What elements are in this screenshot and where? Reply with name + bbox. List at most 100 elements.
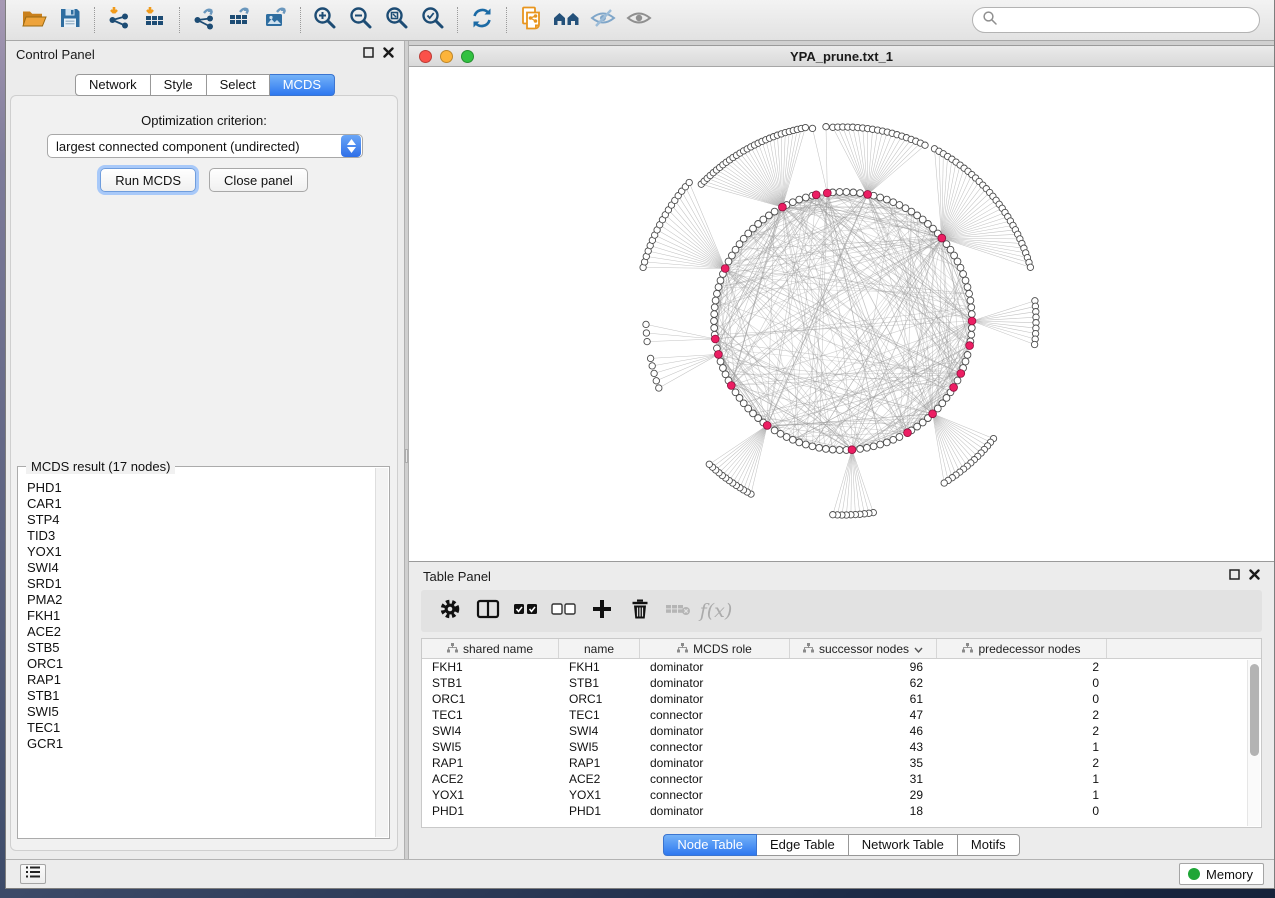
network-node[interactable] xyxy=(877,194,884,201)
table-scrollbar[interactable] xyxy=(1247,660,1260,826)
export-image-button[interactable] xyxy=(258,4,294,36)
network-hub-node[interactable] xyxy=(711,335,719,343)
save-session-button[interactable] xyxy=(52,4,88,36)
table-cell[interactable]: 35 xyxy=(790,755,937,771)
network-node[interactable] xyxy=(717,277,724,284)
export-network-button[interactable] xyxy=(186,4,222,36)
network-node[interactable] xyxy=(954,258,961,265)
table-cell[interactable]: TEC1 xyxy=(422,707,559,723)
table-cell[interactable]: SWI5 xyxy=(559,739,640,755)
show-all-button[interactable] xyxy=(621,4,657,36)
table-cell[interactable]: ORC1 xyxy=(559,691,640,707)
table-cell[interactable]: STB1 xyxy=(422,675,559,691)
column-header-name[interactable]: name xyxy=(559,639,640,658)
mcds-result-item[interactable]: FKH1 xyxy=(27,608,388,624)
table-cell[interactable]: 31 xyxy=(790,771,937,787)
network-node[interactable] xyxy=(864,444,871,451)
table-cell[interactable]: 0 xyxy=(937,691,1107,707)
network-canvas[interactable] xyxy=(409,67,1274,561)
network-node[interactable] xyxy=(823,124,829,130)
tab-motifs[interactable]: Motifs xyxy=(958,834,1020,856)
network-node[interactable] xyxy=(720,365,727,372)
table-cell[interactable]: SWI4 xyxy=(422,723,559,739)
network-node[interactable] xyxy=(809,125,815,131)
table-cell[interactable]: 1 xyxy=(937,739,1107,755)
network-node[interactable] xyxy=(877,441,884,448)
tab-select[interactable]: Select xyxy=(207,74,270,96)
network-node[interactable] xyxy=(816,444,823,451)
table-cell[interactable]: PHD1 xyxy=(559,803,640,819)
mcds-result-item[interactable]: ACE2 xyxy=(27,624,388,640)
table-cell[interactable]: dominator xyxy=(640,803,790,819)
network-node[interactable] xyxy=(644,338,650,344)
column-header-successor-nodes[interactable]: successor nodes xyxy=(790,639,937,658)
network-node[interactable] xyxy=(883,439,890,446)
column-header-predecessor-nodes[interactable]: predecessor nodes xyxy=(937,639,1107,658)
table-cell[interactable]: connector xyxy=(640,739,790,755)
network-node[interactable] xyxy=(796,439,803,446)
network-node[interactable] xyxy=(722,371,729,378)
column-header-shared-name[interactable]: shared name xyxy=(422,639,559,658)
table-cell[interactable]: 18 xyxy=(790,803,937,819)
table-cell[interactable]: STB1 xyxy=(559,675,640,691)
network-node[interactable] xyxy=(968,331,975,338)
mcds-result-item[interactable]: SWI5 xyxy=(27,704,388,720)
network-node[interactable] xyxy=(962,358,969,365)
tab-network-table[interactable]: Network Table xyxy=(849,834,958,856)
optimization-criterion-select[interactable]: largest connected component (undirected) xyxy=(47,134,363,158)
network-hub-node[interactable] xyxy=(763,422,771,430)
import-table-button[interactable] xyxy=(137,4,173,36)
network-node[interactable] xyxy=(829,446,836,453)
table-cell[interactable]: 46 xyxy=(790,723,937,739)
mcds-result-item[interactable]: SWI4 xyxy=(27,560,388,576)
network-hub-node[interactable] xyxy=(721,265,729,273)
zoom-in-button[interactable] xyxy=(307,4,343,36)
mcds-result-item[interactable]: YOX1 xyxy=(27,544,388,560)
close-table-panel-button[interactable] xyxy=(1249,567,1260,585)
network-node[interactable] xyxy=(802,441,809,448)
network-node[interactable] xyxy=(656,385,662,391)
network-hub-node[interactable] xyxy=(968,317,976,325)
table-cell[interactable]: 61 xyxy=(790,691,937,707)
network-node[interactable] xyxy=(643,321,649,327)
mcds-result-item[interactable]: STB1 xyxy=(27,688,388,704)
tab-style[interactable]: Style xyxy=(151,74,207,96)
network-hub-node[interactable] xyxy=(812,191,820,199)
mcds-list-scrollbar[interactable] xyxy=(375,468,388,837)
network-node[interactable] xyxy=(823,446,830,453)
table-row[interactable]: RAP1RAP1dominator352 xyxy=(422,755,1261,771)
table-row[interactable]: ORC1ORC1dominator610 xyxy=(422,691,1261,707)
table-cell[interactable]: 2 xyxy=(937,659,1107,675)
network-hub-node[interactable] xyxy=(966,342,974,350)
table-cell[interactable]: TEC1 xyxy=(559,707,640,723)
select-all-rows-button[interactable] xyxy=(507,594,545,628)
network-node[interactable] xyxy=(960,271,967,278)
tab-network[interactable]: Network xyxy=(75,74,151,96)
network-node[interactable] xyxy=(883,196,890,203)
table-row[interactable]: STB1STB1dominator620 xyxy=(422,675,1261,691)
run-mcds-button[interactable]: Run MCDS xyxy=(100,168,196,192)
table-cell[interactable]: RAP1 xyxy=(559,755,640,771)
network-node[interactable] xyxy=(830,512,836,518)
table-scrollbar-thumb[interactable] xyxy=(1250,664,1259,756)
network-hub-node[interactable] xyxy=(929,410,937,418)
table-cell[interactable]: connector xyxy=(640,787,790,803)
table-cell[interactable]: RAP1 xyxy=(422,755,559,771)
search-input[interactable] xyxy=(1004,13,1250,28)
table-cell[interactable]: 1 xyxy=(937,787,1107,803)
network-node[interactable] xyxy=(789,199,796,206)
network-hub-node[interactable] xyxy=(727,382,735,390)
tab-edge-table[interactable]: Edge Table xyxy=(757,834,849,856)
table-cell[interactable]: 2 xyxy=(937,755,1107,771)
mcds-result-item[interactable]: CAR1 xyxy=(27,496,388,512)
network-hub-node[interactable] xyxy=(715,351,723,359)
table-cell[interactable]: SWI5 xyxy=(422,739,559,755)
close-panel-button-mcds[interactable]: Close panel xyxy=(209,168,308,192)
table-row[interactable]: SWI5SWI5connector431 xyxy=(422,739,1261,755)
table-row[interactable]: TEC1TEC1connector472 xyxy=(422,707,1261,723)
network-hub-node[interactable] xyxy=(848,446,856,454)
new-network-from-selection-button[interactable] xyxy=(513,4,549,36)
table-cell[interactable]: FKH1 xyxy=(422,659,559,675)
network-node[interactable] xyxy=(964,284,971,291)
zoom-window-button[interactable] xyxy=(461,50,474,63)
